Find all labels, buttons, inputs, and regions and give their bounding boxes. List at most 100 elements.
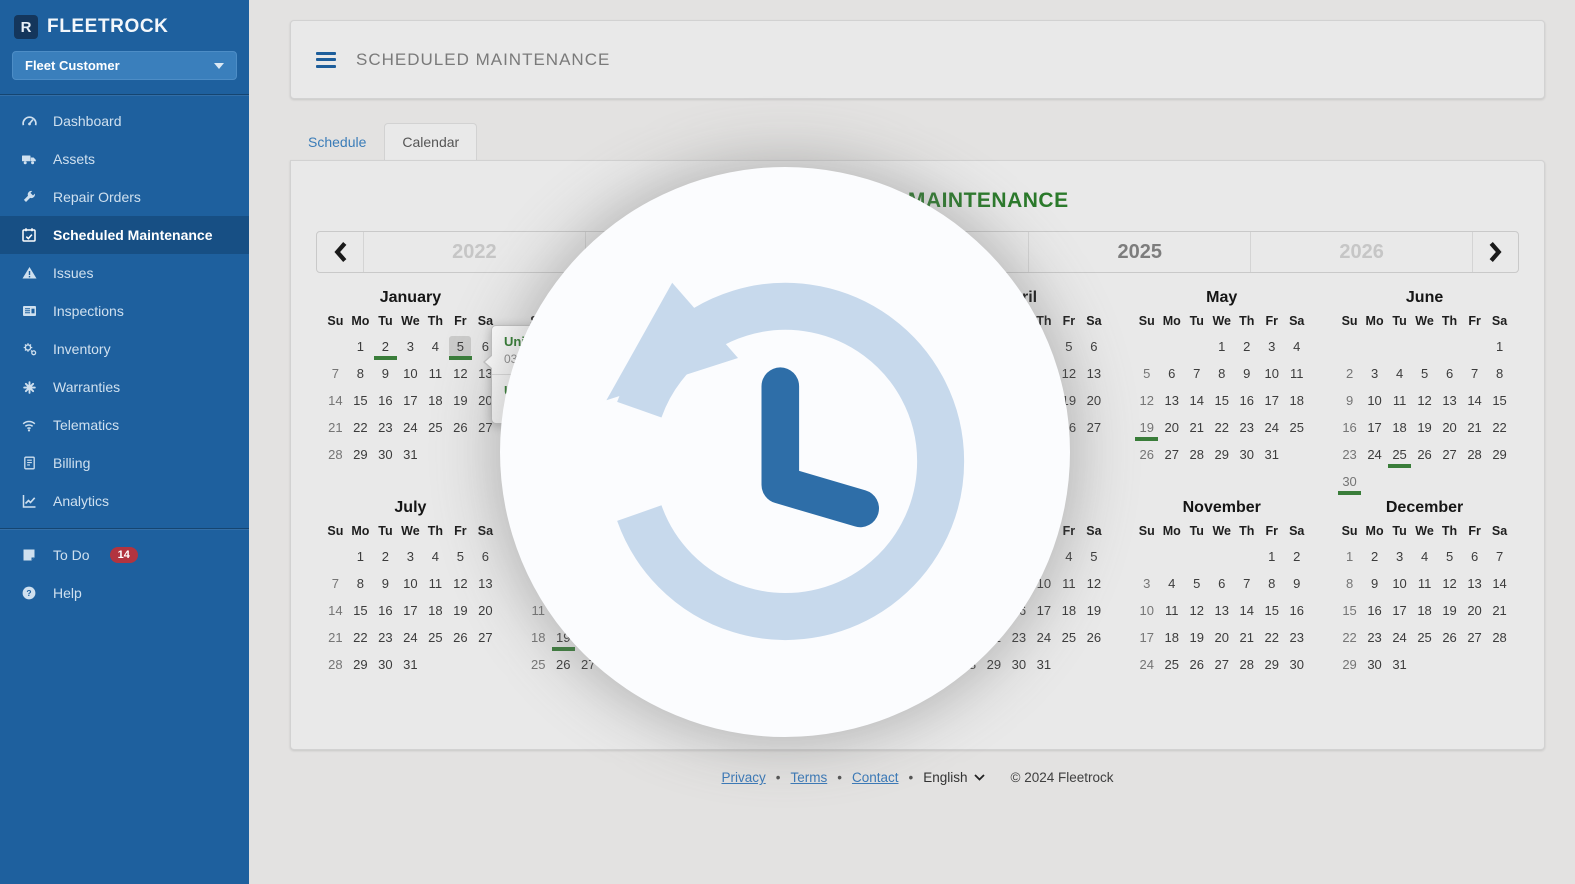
calendar-day[interactable]: 26 <box>1081 624 1106 651</box>
calendar-day[interactable]: 28 <box>323 441 348 468</box>
calendar-day[interactable]: 5 <box>448 333 473 360</box>
calendar-day[interactable]: 10 <box>1387 570 1412 597</box>
calendar-day[interactable]: 29 <box>1487 441 1512 468</box>
calendar-day[interactable]: 28 <box>1462 441 1487 468</box>
calendar-day[interactable]: 10 <box>1362 387 1387 414</box>
calendar-day[interactable]: 3 <box>1259 333 1284 360</box>
calendar-day[interactable]: 1 <box>1259 543 1284 570</box>
calendar-day[interactable]: 19 <box>1412 414 1437 441</box>
calendar-day[interactable]: 6 <box>1462 543 1487 570</box>
calendar-day[interactable]: 15 <box>1209 387 1234 414</box>
calendar-day[interactable]: 12 <box>1184 597 1209 624</box>
calendar-day[interactable]: 25 <box>1284 414 1309 441</box>
calendar-day[interactable]: 5 <box>1056 333 1081 360</box>
sidebar-item-issues[interactable]: Issues <box>0 254 249 292</box>
calendar-day[interactable]: 26 <box>448 414 473 441</box>
tab-schedule[interactable]: Schedule <box>290 123 384 161</box>
calendar-day[interactable]: 29 <box>1259 651 1284 678</box>
calendar-day[interactable]: 5 <box>1134 360 1159 387</box>
calendar-day[interactable]: 26 <box>448 624 473 651</box>
sidebar-item-inspections[interactable]: Inspections <box>0 292 249 330</box>
calendar-day[interactable]: 27 <box>1081 414 1106 441</box>
calendar-day[interactable]: 20 <box>1462 597 1487 624</box>
calendar-day[interactable]: 12 <box>1412 387 1437 414</box>
calendar-day[interactable]: 1 <box>348 543 373 570</box>
calendar-day[interactable]: 5 <box>1412 360 1437 387</box>
calendar-day[interactable]: 14 <box>1234 597 1259 624</box>
calendar-day[interactable]: 7 <box>1234 570 1259 597</box>
year-2026[interactable]: 2026 <box>1250 232 1472 272</box>
calendar-day[interactable]: 17 <box>1387 597 1412 624</box>
calendar-day[interactable]: 8 <box>1259 570 1284 597</box>
calendar-day[interactable]: 18 <box>526 624 551 651</box>
calendar-day[interactable]: 14 <box>323 597 348 624</box>
calendar-day[interactable]: 14 <box>1184 387 1209 414</box>
calendar-day[interactable]: 4 <box>423 543 448 570</box>
calendar-day[interactable]: 11 <box>1056 570 1081 597</box>
calendar-day[interactable]: 21 <box>323 624 348 651</box>
calendar-day[interactable]: 28 <box>1487 624 1512 651</box>
sidebar-item-billing[interactable]: Billing <box>0 444 249 482</box>
calendar-day[interactable]: 18 <box>1284 387 1309 414</box>
calendar-day[interactable]: 26 <box>1184 651 1209 678</box>
calendar-day[interactable]: 4 <box>1284 333 1309 360</box>
calendar-day[interactable]: 11 <box>1387 387 1412 414</box>
calendar-day[interactable]: 19 <box>1134 414 1159 441</box>
calendar-day[interactable]: 13 <box>1081 360 1106 387</box>
calendar-day[interactable]: 16 <box>373 387 398 414</box>
calendar-day[interactable]: 2 <box>373 333 398 360</box>
language-selector[interactable]: English <box>923 770 985 785</box>
calendar-day[interactable]: 27 <box>1159 441 1184 468</box>
calendar-day[interactable]: 18 <box>1387 414 1412 441</box>
calendar-day[interactable]: 18 <box>1412 597 1437 624</box>
sidebar-item-dashboard[interactable]: Dashboard <box>0 102 249 140</box>
sidebar-item-telematics[interactable]: Telematics <box>0 406 249 444</box>
calendar-day[interactable]: 7 <box>1462 360 1487 387</box>
calendar-day[interactable]: 31 <box>1031 651 1056 678</box>
sidebar-item-help[interactable]: ? Help <box>0 574 249 612</box>
calendar-day[interactable]: 16 <box>373 597 398 624</box>
calendar-day[interactable]: 27 <box>1462 624 1487 651</box>
calendar-day[interactable]: 25 <box>526 651 551 678</box>
calendar-day[interactable]: 16 <box>1337 414 1362 441</box>
calendar-day[interactable]: 26 <box>1134 441 1159 468</box>
calendar-day[interactable]: 13 <box>1209 597 1234 624</box>
calendar-day[interactable]: 8 <box>348 360 373 387</box>
calendar-day[interactable]: 30 <box>1362 651 1387 678</box>
calendar-day[interactable]: 5 <box>1081 543 1106 570</box>
calendar-day[interactable]: 29 <box>348 441 373 468</box>
calendar-day[interactable]: 13 <box>473 570 498 597</box>
calendar-day[interactable]: 9 <box>1362 570 1387 597</box>
calendar-day[interactable]: 20 <box>473 597 498 624</box>
sidebar-item-inventory[interactable]: Inventory <box>0 330 249 368</box>
calendar-day[interactable]: 19 <box>1437 597 1462 624</box>
calendar-day[interactable]: 3 <box>1134 570 1159 597</box>
calendar-day[interactable]: 29 <box>348 651 373 678</box>
calendar-day[interactable]: 11 <box>423 360 448 387</box>
sidebar-item-repair-orders[interactable]: Repair Orders <box>0 178 249 216</box>
calendar-day[interactable]: 4 <box>423 333 448 360</box>
calendar-day[interactable]: 12 <box>1437 570 1462 597</box>
calendar-day[interactable]: 13 <box>1437 387 1462 414</box>
calendar-day[interactable]: 29 <box>1337 651 1362 678</box>
calendar-day[interactable]: 28 <box>1234 651 1259 678</box>
calendar-day[interactable]: 16 <box>1362 597 1387 624</box>
calendar-day[interactable]: 3 <box>398 333 423 360</box>
calendar-day[interactable]: 21 <box>1234 624 1259 651</box>
calendar-day[interactable]: 24 <box>398 624 423 651</box>
calendar-day[interactable]: 9 <box>373 360 398 387</box>
calendar-day[interactable]: 31 <box>1387 651 1412 678</box>
calendar-day[interactable]: 25 <box>423 624 448 651</box>
calendar-day[interactable]: 24 <box>1362 441 1387 468</box>
calendar-day[interactable]: 2 <box>1284 543 1309 570</box>
calendar-day[interactable]: 24 <box>398 414 423 441</box>
calendar-day[interactable]: 21 <box>1184 414 1209 441</box>
calendar-day[interactable]: 11 <box>423 570 448 597</box>
customer-selector-dropdown[interactable]: Fleet Customer <box>12 51 237 80</box>
privacy-link[interactable]: Privacy <box>721 770 765 785</box>
calendar-day[interactable]: 13 <box>1462 570 1487 597</box>
calendar-day[interactable]: 7 <box>1184 360 1209 387</box>
calendar-day[interactable]: 8 <box>348 570 373 597</box>
calendar-day[interactable]: 30 <box>1234 441 1259 468</box>
calendar-day[interactable]: 22 <box>1487 414 1512 441</box>
